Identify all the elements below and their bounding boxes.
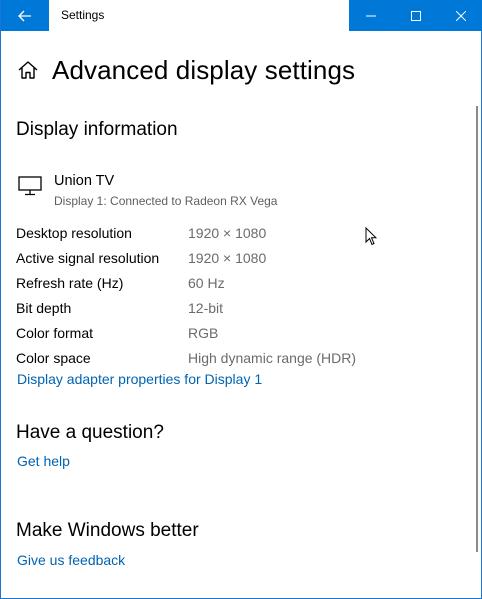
monitor-entry: Union TV Display 1: Connected to Radeon … (18, 172, 277, 208)
settings-window: Settings Advanced display settings Displ… (0, 0, 482, 599)
home-icon[interactable] (17, 59, 39, 81)
info-value: 1920 × 1080 (188, 224, 267, 241)
back-arrow-icon (18, 10, 31, 21)
title-bar: Settings (1, 0, 482, 31)
mouse-pointer-icon (365, 227, 377, 246)
monitor-name: Union TV (54, 173, 115, 189)
info-label: Active signal resolution (16, 249, 160, 266)
info-value: RGB (188, 324, 219, 341)
info-label: Desktop resolution (16, 224, 132, 241)
page-header: Advanced display settings (17, 52, 355, 88)
info-value: High dynamic range (HDR) (188, 349, 357, 366)
make-windows-better-heading: Make Windows better (16, 520, 199, 541)
back-button[interactable] (1, 0, 49, 31)
scrollbar[interactable] (476, 106, 478, 552)
caption-buttons (349, 0, 482, 31)
info-label: Color space (16, 349, 91, 366)
maximize-button[interactable] (394, 0, 439, 31)
info-row-color-space: Color space High dynamic range (HDR) (16, 345, 356, 370)
window-title: Settings (61, 8, 105, 22)
info-label: Refresh rate (Hz) (16, 274, 124, 291)
info-row-active-signal-resolution: Active signal resolution 1920 × 1080 (16, 245, 356, 270)
info-value: 1920 × 1080 (188, 249, 267, 266)
give-us-feedback-link[interactable]: Give us feedback (17, 552, 125, 568)
page-title: Advanced display settings (52, 54, 356, 85)
info-value: 60 Hz (188, 274, 225, 291)
info-value: 12-bit (188, 299, 224, 316)
get-help-link[interactable]: Get help (17, 453, 70, 469)
monitor-connection: Display 1: Connected to Radeon RX Vega (54, 194, 278, 208)
info-label: Color format (16, 324, 94, 341)
maximize-icon (410, 10, 421, 21)
close-button[interactable] (438, 0, 482, 31)
close-icon (455, 10, 466, 21)
display-info-table: Desktop resolution 1920 × 1080 Active si… (16, 220, 356, 370)
minimize-icon (366, 15, 377, 16)
info-row-desktop-resolution: Desktop resolution 1920 × 1080 (16, 220, 356, 245)
display-adapter-properties-link[interactable]: Display adapter properties for Display 1 (17, 371, 262, 387)
have-a-question-heading: Have a question? (16, 422, 164, 443)
monitor-icon (18, 176, 42, 196)
info-row-bit-depth: Bit depth 12-bit (16, 295, 356, 320)
info-label: Bit depth (16, 299, 72, 316)
info-row-color-format: Color format RGB (16, 320, 356, 345)
minimize-button[interactable] (349, 0, 394, 31)
display-information-heading: Display information (16, 119, 178, 140)
info-row-refresh-rate: Refresh rate (Hz) 60 Hz (16, 270, 356, 295)
